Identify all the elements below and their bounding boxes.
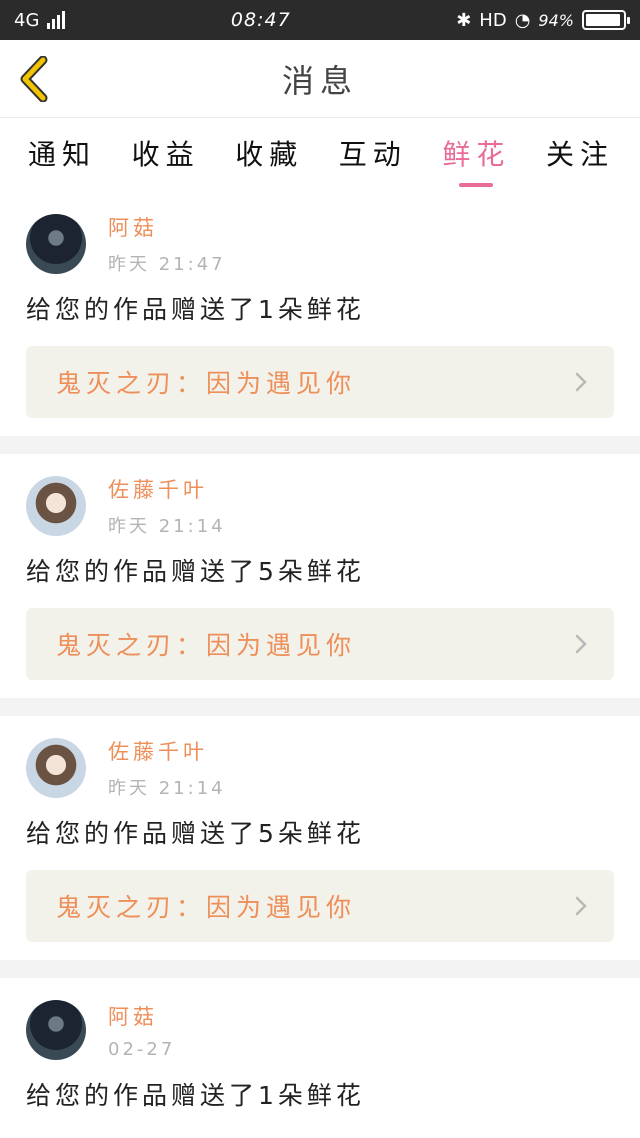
chevron-right-icon [575, 372, 587, 392]
status-bar: 4G 08:47 ✱ HD ◔ 94% [0, 0, 640, 40]
status-right: ✱ HD ◔ 94% [456, 9, 630, 31]
message-header: 阿菇 昨天 21:47 [26, 212, 614, 276]
message-card: 阿菇 昨天 21:47 给您的作品赠送了1朵鲜花 鬼灭之刃：因为遇见你 [0, 192, 640, 436]
avatar[interactable] [26, 214, 86, 274]
work-title: 鬼灭之刃：因为遇见你 [56, 893, 357, 922]
divider [0, 960, 640, 978]
message-header: 阿菇 02-27 [26, 998, 614, 1062]
work-title: 鬼灭之刃：因为遇见你 [56, 631, 357, 660]
user-name[interactable]: 阿菇 [108, 212, 226, 242]
battery-text: 94% [538, 10, 574, 30]
hd-indicator: HD [479, 9, 507, 31]
avatar[interactable] [26, 738, 86, 798]
message-time: 昨天 21:47 [108, 254, 226, 275]
user-meta: 阿菇 昨天 21:47 [108, 212, 226, 276]
user-name[interactable]: 佐藤千叶 [108, 474, 226, 504]
signal-icon [47, 11, 66, 29]
user-meta: 佐藤千叶 昨天 21:14 [108, 474, 226, 538]
gift-message: 给您的作品赠送了5朵鲜花 [26, 819, 365, 848]
message-header: 佐藤千叶 昨天 21:14 [26, 736, 614, 800]
work-link[interactable]: 鬼灭之刃：因为遇见你 [26, 608, 614, 680]
divider [0, 698, 640, 716]
message-time: 昨天 21:14 [108, 516, 226, 537]
user-name[interactable]: 阿菇 [108, 1001, 175, 1031]
message-card: 佐藤千叶 昨天 21:14 给您的作品赠送了5朵鲜花 鬼灭之刃：因为遇见你 [0, 454, 640, 698]
gift-message: 给您的作品赠送了5朵鲜花 [26, 557, 365, 586]
message-time: 昨天 21:14 [108, 778, 226, 799]
message-card: 阿菇 02-27 给您的作品赠送了1朵鲜花 [0, 978, 640, 1136]
tab-bar: 通知 收益 收藏 互动 鲜花 关注 [0, 118, 640, 192]
tab-interactions[interactable]: 互动 [339, 127, 407, 183]
tab-following[interactable]: 关注 [546, 127, 614, 183]
chevron-right-icon [575, 634, 587, 654]
message-time: 02-27 [108, 1038, 176, 1060]
work-link[interactable]: 鬼灭之刃：因为遇见你 [26, 346, 614, 418]
gift-message: 给您的作品赠送了1朵鲜花 [26, 1081, 365, 1110]
network-type: 4G [14, 9, 40, 31]
user-meta: 佐藤千叶 昨天 21:14 [108, 736, 226, 800]
user-meta: 阿菇 02-27 [108, 1001, 175, 1060]
avatar[interactable] [26, 476, 86, 536]
page-title: 消息 [281, 61, 358, 100]
tab-favorites[interactable]: 收藏 [235, 127, 303, 183]
clock: 08:47 [230, 9, 291, 31]
tab-earnings[interactable]: 收益 [132, 127, 200, 183]
avatar[interactable] [26, 1000, 86, 1060]
work-title: 鬼灭之刃：因为遇见你 [56, 369, 357, 398]
header: 消息 [0, 40, 640, 118]
divider [0, 436, 640, 454]
tab-flowers[interactable]: 鲜花 [442, 127, 510, 183]
status-left: 4G [14, 9, 66, 31]
work-link[interactable]: 鬼灭之刃：因为遇见你 [26, 870, 614, 942]
user-name[interactable]: 佐藤千叶 [108, 736, 226, 766]
wifi-icon: ◔ [514, 9, 531, 31]
chevron-right-icon [575, 896, 587, 916]
message-card: 佐藤千叶 昨天 21:14 给您的作品赠送了5朵鲜花 鬼灭之刃：因为遇见你 [0, 716, 640, 960]
back-arrow-icon [20, 56, 48, 102]
bluetooth-icon: ✱ [456, 9, 472, 31]
message-feed: 阿菇 昨天 21:47 给您的作品赠送了1朵鲜花 鬼灭之刃：因为遇见你 佐藤千叶… [0, 192, 640, 1136]
message-header: 佐藤千叶 昨天 21:14 [26, 474, 614, 538]
battery-icon [581, 10, 630, 30]
back-button[interactable] [14, 54, 54, 104]
tab-notifications[interactable]: 通知 [28, 127, 96, 183]
battery-fill [585, 14, 620, 26]
gift-message: 给您的作品赠送了1朵鲜花 [26, 295, 365, 324]
